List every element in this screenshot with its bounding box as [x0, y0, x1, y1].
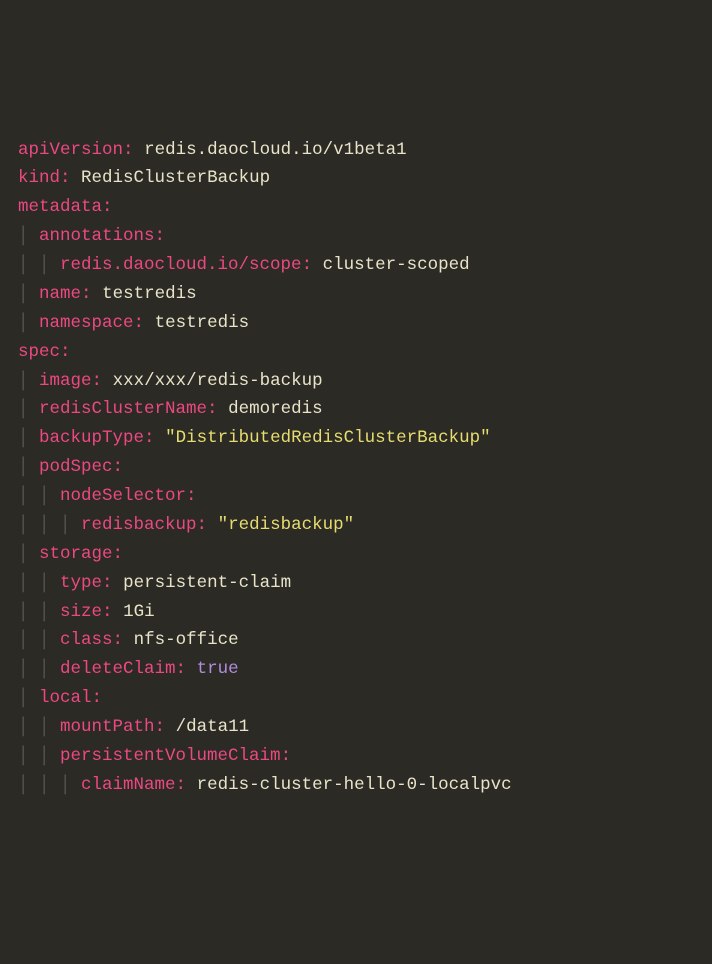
- yaml-key: redisbackup: [81, 515, 197, 535]
- yaml-line: │ │ │ claimName: redis-cluster-hello-0-l…: [18, 775, 512, 795]
- yaml-line: apiVersion: redis.daocloud.io/v1beta1: [18, 140, 407, 160]
- yaml-line: │ backupType: "DistributedRedisClusterBa…: [18, 428, 491, 448]
- yaml-line: │ │ type: persistent-claim: [18, 573, 291, 593]
- yaml-key: redis.daocloud.io/scope: [60, 255, 302, 275]
- yaml-line: kind: RedisClusterBackup: [18, 168, 270, 188]
- yaml-line: │ storage:: [18, 544, 123, 564]
- yaml-key: spec: [18, 342, 60, 362]
- yaml-value: xxx/xxx/redis-backup: [113, 371, 323, 391]
- yaml-key: image: [39, 371, 92, 391]
- yaml-value: "redisbackup": [218, 515, 355, 535]
- yaml-key: nodeSelector: [60, 486, 186, 506]
- yaml-line: metadata:: [18, 197, 113, 217]
- yaml-line: │ │ │ redisbackup: "redisbackup": [18, 515, 354, 535]
- yaml-key: redisClusterName: [39, 399, 207, 419]
- yaml-key: class: [60, 630, 113, 650]
- yaml-key: storage: [39, 544, 113, 564]
- yaml-value: persistent-claim: [123, 573, 291, 593]
- yaml-line: │ namespace: testredis: [18, 313, 249, 333]
- yaml-line: │ │ nodeSelector:: [18, 486, 197, 506]
- yaml-key: kind: [18, 168, 60, 188]
- yaml-key: size: [60, 602, 102, 622]
- yaml-line: │ │ deleteClaim: true: [18, 659, 239, 679]
- yaml-line: │ podSpec:: [18, 457, 123, 477]
- yaml-key: mountPath: [60, 717, 155, 737]
- yaml-value: "DistributedRedisClusterBackup": [165, 428, 491, 448]
- yaml-value: testredis: [102, 284, 197, 304]
- yaml-value: 1Gi: [123, 602, 155, 622]
- yaml-line: spec:: [18, 342, 71, 362]
- yaml-key: namespace: [39, 313, 134, 333]
- yaml-key: apiVersion: [18, 140, 123, 160]
- yaml-key: persistentVolumeClaim: [60, 746, 281, 766]
- yaml-key: podSpec: [39, 457, 113, 477]
- yaml-line: │ │ class: nfs-office: [18, 630, 239, 650]
- yaml-line: │ │ redis.daocloud.io/scope: cluster-sco…: [18, 255, 470, 275]
- yaml-value: nfs-office: [134, 630, 239, 650]
- yaml-line: │ name: testredis: [18, 284, 197, 304]
- yaml-line: │ image: xxx/xxx/redis-backup: [18, 371, 323, 391]
- yaml-value: true: [197, 659, 239, 679]
- yaml-key: type: [60, 573, 102, 593]
- yaml-line: │ redisClusterName: demoredis: [18, 399, 323, 419]
- yaml-value: RedisClusterBackup: [81, 168, 270, 188]
- yaml-value: demoredis: [228, 399, 323, 419]
- yaml-line: │ local:: [18, 688, 102, 708]
- yaml-value: redis-cluster-hello-0-localpvc: [197, 775, 512, 795]
- yaml-line: │ │ size: 1Gi: [18, 602, 155, 622]
- yaml-key: local: [39, 688, 92, 708]
- yaml-value: redis.daocloud.io/v1beta1: [144, 140, 407, 160]
- yaml-value: cluster-scoped: [323, 255, 470, 275]
- yaml-key: backupType: [39, 428, 144, 448]
- yaml-key: name: [39, 284, 81, 304]
- yaml-value: /data11: [176, 717, 250, 737]
- yaml-line: │ │ mountPath: /data11: [18, 717, 249, 737]
- yaml-key: claimName: [81, 775, 176, 795]
- yaml-line: │ │ persistentVolumeClaim:: [18, 746, 291, 766]
- yaml-value: testredis: [155, 313, 250, 333]
- yaml-key: annotations: [39, 226, 155, 246]
- yaml-key: metadata: [18, 197, 102, 217]
- yaml-code-block: apiVersion: redis.daocloud.io/v1beta1 ki…: [18, 136, 694, 800]
- yaml-key: deleteClaim: [60, 659, 176, 679]
- yaml-line: │ annotations:: [18, 226, 165, 246]
